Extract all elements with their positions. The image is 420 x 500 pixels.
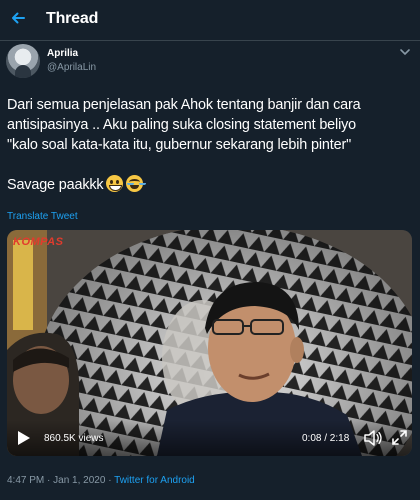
video-controls: 860.5K views 0:08 / 2:18 bbox=[7, 420, 412, 456]
face-with-tears-of-joy-emoji bbox=[126, 175, 144, 192]
tweet-closing-line: Savage paakkk bbox=[7, 175, 415, 195]
grinning-face-emoji bbox=[106, 175, 124, 192]
tweet-line: "kalo soal kata-kata itu, gubernur sekar… bbox=[7, 137, 352, 153]
view-count: 860.5K views bbox=[44, 433, 104, 444]
meta-separator: · bbox=[108, 475, 112, 486]
page-title: Thread bbox=[46, 10, 99, 27]
fullscreen-icon[interactable] bbox=[392, 430, 407, 445]
avatar[interactable] bbox=[6, 44, 40, 78]
tweet-metadata: 4:47 PM · Jan 1, 2020 · Twitter for Andr… bbox=[7, 475, 195, 486]
video-time: 0:08 / 2:18 bbox=[302, 433, 350, 444]
tweet-line: antisipasinya .. Aku paling suka closing… bbox=[7, 117, 357, 133]
tweet-line: Dari semua penjelasan pak Ahok tentang b… bbox=[7, 97, 361, 113]
meta-separator: · bbox=[47, 475, 51, 486]
video-watermark: KOMPAS bbox=[13, 236, 64, 248]
chevron-down-icon[interactable] bbox=[398, 46, 412, 58]
author-handle[interactable]: @AprilaLin bbox=[47, 62, 96, 73]
top-bar: Thread bbox=[0, 0, 420, 41]
translate-tweet-link[interactable]: Translate Tweet bbox=[7, 211, 78, 222]
tweet-body: Dari semua penjelasan pak Ahok tentang b… bbox=[7, 95, 415, 195]
play-icon[interactable] bbox=[17, 430, 31, 446]
volume-icon[interactable] bbox=[364, 430, 382, 446]
tweet-closing-text: Savage paakkk bbox=[7, 177, 104, 193]
author-name[interactable]: Aprilia bbox=[47, 48, 78, 59]
video-player[interactable]: KOMPAS 860.5K views 0:08 / 2:18 bbox=[7, 230, 412, 456]
tweet-date: Jan 1, 2020 bbox=[53, 475, 106, 486]
tweet-time: 4:47 PM bbox=[7, 475, 45, 486]
source-app-link[interactable]: Twitter for Android bbox=[114, 475, 195, 486]
back-arrow-icon[interactable] bbox=[10, 10, 26, 26]
